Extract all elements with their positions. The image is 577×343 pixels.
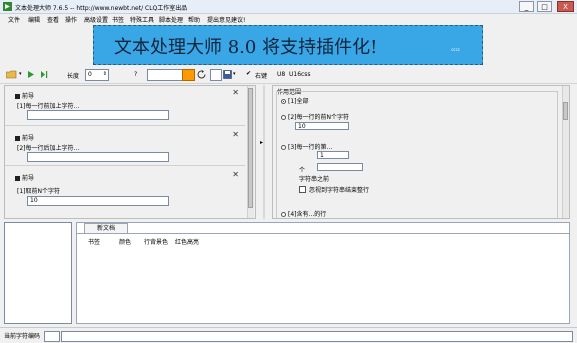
menu-operate[interactable]: 操作: [65, 15, 77, 24]
document-area[interactable]: 新文档 书签 颜色 行背景色 红色高亮: [76, 222, 570, 324]
radio-nth[interactable]: [281, 145, 286, 150]
nth-start-input[interactable]: 1: [317, 151, 349, 159]
status-field-2: [61, 331, 573, 342]
save-dropdown-icon[interactable]: ▾: [233, 71, 236, 77]
suffix-card: 前导 ✕ [2]每一行后加上字符...: [5, 128, 245, 166]
nth-mid-label: 个: [299, 167, 306, 174]
column-color[interactable]: 颜色: [119, 237, 131, 246]
menu-special-tools[interactable]: 特殊工具: [130, 15, 154, 24]
utf16-button[interactable]: U16: [289, 71, 301, 78]
card-text: [2]每一行后加上字符...: [17, 145, 80, 152]
small-input[interactable]: [210, 69, 222, 81]
option-contains[interactable]: [4]含有...的行: [281, 209, 326, 218]
color-picker-dropdown[interactable]: [182, 69, 195, 81]
ok-label[interactable]: 右键: [255, 71, 267, 80]
option-first-n[interactable]: [2]每一行的前N个字符: [281, 112, 349, 121]
save-icon[interactable]: [223, 70, 232, 79]
card-input[interactable]: [27, 152, 169, 162]
banner-text: 文本处理大师 8.0 将支持插件化!: [114, 37, 378, 58]
checkbox-box[interactable]: [299, 186, 306, 193]
banner-small-text: cccc: [451, 47, 460, 52]
refresh-icon[interactable]: [197, 70, 207, 79]
menu-feedback[interactable]: 提出意见建议!: [207, 15, 245, 24]
bottom-left-list[interactable]: [4, 222, 72, 324]
spinner-arrows-icon[interactable]: ⇕: [103, 70, 107, 79]
card-title: 前导: [15, 173, 34, 182]
splitter-arrow-icon[interactable]: ▸: [260, 139, 263, 146]
window-title: 文本处理大师 7.6.5 -- http://www.newbt.net/ CL…: [15, 5, 188, 12]
css-button[interactable]: css: [301, 71, 311, 78]
card-input[interactable]: [27, 110, 169, 120]
nth-after-label: 字符串之前: [299, 176, 330, 183]
nth-count-input[interactable]: [317, 163, 363, 171]
column-bookmark[interactable]: 书签: [88, 237, 100, 246]
option-all[interactable]: [1]全部: [281, 96, 309, 105]
menu-script[interactable]: 脚本处理: [159, 15, 183, 24]
close-card-icon[interactable]: ✕: [232, 170, 239, 179]
promo-banner[interactable]: 文本处理大师 8.0 将支持插件化! cccc: [93, 25, 483, 65]
close-card-icon[interactable]: ✕: [232, 88, 239, 97]
menu-edit[interactable]: 编辑: [28, 15, 40, 24]
radio-first-n[interactable]: [281, 115, 286, 120]
column-red-highlight[interactable]: 红色高亮: [175, 237, 199, 246]
close-card-icon[interactable]: ✕: [232, 130, 239, 139]
status-field-1: [44, 331, 60, 342]
card-input[interactable]: 10: [27, 196, 169, 206]
right-scrollbar[interactable]: [562, 86, 569, 218]
encoding-label: 当前字符编码: [4, 333, 41, 340]
status-bar: 当前字符编码: [0, 327, 577, 343]
open-dropdown-icon[interactable]: ▾: [19, 71, 22, 77]
left-scrollbar-thumb[interactable]: [248, 88, 253, 208]
open-folder-icon[interactable]: [6, 70, 18, 79]
menu-bar: 文件 编辑 查看 操作 高级设置 书签 特殊工具 脚本处理 帮助 提出意见建议!: [0, 14, 577, 24]
left-scrollbar[interactable]: [247, 86, 254, 218]
column-line-bg[interactable]: 行背景色: [144, 237, 168, 246]
check-icon: ✔: [246, 70, 252, 77]
ignore-checkbox[interactable]: 忽视到字符串结束整行: [299, 185, 369, 194]
option-nth[interactable]: [3]每一行的第...: [281, 142, 332, 151]
toolbar: ▾ 长度 0 ⇕ ? ▾ ✔ 右键 U8 U16 css: [0, 66, 577, 84]
close-button[interactable]: X: [557, 1, 574, 12]
width-value: 0: [88, 71, 92, 78]
minimize-button[interactable]: _: [519, 1, 534, 12]
width-spinner[interactable]: 0 ⇕: [85, 69, 109, 81]
radio-all[interactable]: [281, 99, 286, 104]
scope-panel: 作用范围 [1]全部 [2]每一行的前N个字符 10 [3]每一行的第... 1…: [272, 85, 570, 219]
first-n-input[interactable]: 10: [295, 122, 349, 130]
maximize-button[interactable]: □: [537, 1, 552, 12]
menu-file[interactable]: 文件: [8, 15, 20, 24]
width-label: 长度: [67, 73, 80, 80]
card-text: [1]每一行前加上字符...: [17, 103, 80, 110]
menu-bookmarks[interactable]: 书签: [112, 15, 124, 24]
card-title: 前导: [15, 91, 34, 100]
left-options-panel: 前导 ✕ [1]每一行前加上字符... 前导 ✕ [2]每一行后加上字符... …: [4, 85, 256, 219]
panel-splitter[interactable]: ▸: [260, 85, 268, 219]
app-icon: [3, 2, 12, 11]
right-scrollbar-thumb[interactable]: [563, 102, 568, 120]
title-bar: 文本处理大师 7.6.5 -- http://www.newbt.net/ CL…: [0, 0, 577, 14]
prefix-card: 前导 ✕ [1]每一行前加上字符...: [5, 86, 245, 126]
color-input[interactable]: [147, 69, 183, 81]
question-label[interactable]: ?: [134, 71, 137, 78]
utf8-button[interactable]: U8: [277, 71, 285, 78]
menu-help[interactable]: 帮助: [188, 15, 200, 24]
menu-view[interactable]: 查看: [47, 15, 59, 24]
run-icon[interactable]: [27, 70, 35, 79]
radio-contains[interactable]: [281, 212, 286, 217]
menu-advanced[interactable]: 高级设置: [84, 15, 108, 24]
card-title: 前导: [15, 133, 34, 142]
first-n-card: 前导 ✕ [1]取前N个字符 10: [5, 168, 245, 218]
next-icon[interactable]: [40, 70, 48, 79]
card-text: [1]取前N个字符: [17, 188, 60, 195]
